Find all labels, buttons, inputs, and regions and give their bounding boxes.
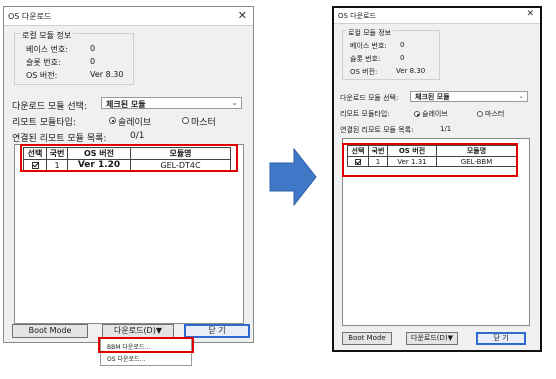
- os-label: OS 버전:: [350, 68, 378, 76]
- module-select-dropdown[interactable]: 체크된 모듈 ⌄: [101, 97, 242, 109]
- download-dropdown-button[interactable]: 다운로드(D)▼: [102, 324, 174, 338]
- close-icon[interactable]: ✕: [526, 9, 534, 19]
- chevron-down-icon: ⌄: [518, 92, 524, 100]
- menu-item-os-download[interactable]: OS 다운로드...: [107, 354, 145, 363]
- connected-list-label: 연결된 리모트 모듈 목록:: [340, 126, 414, 134]
- module-select-value: 체크된 모듈: [106, 100, 146, 109]
- os-download-dialog-before: OS 다운로드 ✕ 로컬 모듈 정보 베이스 번호: 0 슬롯 번호: 0 OS…: [3, 6, 254, 343]
- highlight-box: [20, 144, 238, 172]
- base-value: 0: [90, 44, 96, 53]
- slot-value: 0: [90, 57, 96, 66]
- slot-label: 슬롯 번호:: [350, 55, 381, 63]
- os-download-dialog-after: OS 다운로드 ✕ 로컬 모듈 정보 베이스 번호: 0 슬롯 번호: 0 OS…: [332, 6, 542, 352]
- radio-master-label: 마스터: [485, 110, 505, 118]
- os-value: Ver 8.30: [90, 70, 124, 79]
- close-icon[interactable]: ✕: [238, 9, 247, 22]
- module-select-label: 다운로드 모듈 선택:: [12, 102, 87, 112]
- connected-list-label: 연결된 리모트 모듈 목록:: [12, 134, 107, 144]
- dialog-title: OS 다운로드: [8, 12, 52, 21]
- title-bar: OS 다운로드 ✕: [334, 8, 540, 24]
- download-dropdown-button[interactable]: 다운로드(D)▼: [406, 332, 458, 345]
- close-button[interactable]: 닫 기: [184, 324, 250, 338]
- radio-master[interactable]: [477, 111, 483, 117]
- connected-list-count: 1/1: [440, 125, 452, 133]
- base-label: 베이스 번호:: [26, 45, 69, 54]
- base-value: 0: [400, 41, 405, 49]
- highlight-box: [342, 143, 518, 177]
- os-label: OS 버전:: [26, 71, 58, 80]
- boot-mode-button[interactable]: Boot Mode: [342, 332, 392, 345]
- radio-slave-label: 슬레이브: [118, 118, 152, 128]
- module-select-value: 체크된 모듈: [415, 93, 450, 101]
- radio-slave[interactable]: [414, 111, 420, 117]
- close-button[interactable]: 닫 기: [476, 332, 526, 345]
- menu-highlight-box: [98, 337, 194, 353]
- radio-master[interactable]: [182, 117, 189, 124]
- chevron-down-icon: ⌄: [231, 98, 238, 107]
- connected-list-count: 0/1: [130, 131, 145, 141]
- radio-slave-label: 슬레이브: [422, 110, 448, 118]
- module-select-label: 다운로드 모듈 선택:: [340, 94, 399, 102]
- remote-type-label: 리모트 모듈타입:: [340, 110, 390, 118]
- module-select-dropdown[interactable]: 체크된 모듈 ⌄: [410, 91, 528, 102]
- remote-type-label: 리모트 모듈타입:: [12, 118, 76, 128]
- boot-mode-button[interactable]: Boot Mode: [12, 324, 88, 338]
- slot-label: 슬롯 번호:: [26, 58, 61, 67]
- slot-value: 0: [400, 54, 405, 62]
- local-group-label: 로컬 모듈 정보: [20, 30, 74, 41]
- title-bar: OS 다운로드 ✕: [4, 7, 253, 26]
- os-value: Ver 8.30: [396, 67, 426, 75]
- radio-master-label: 마스터: [191, 118, 216, 128]
- radio-slave[interactable]: [109, 117, 116, 124]
- right-arrow-icon: [269, 147, 317, 207]
- local-group-label: 로컬 모듈 정보: [346, 28, 394, 38]
- dialog-title: OS 다운로드: [338, 12, 376, 20]
- base-label: 베이스 번호:: [350, 42, 387, 50]
